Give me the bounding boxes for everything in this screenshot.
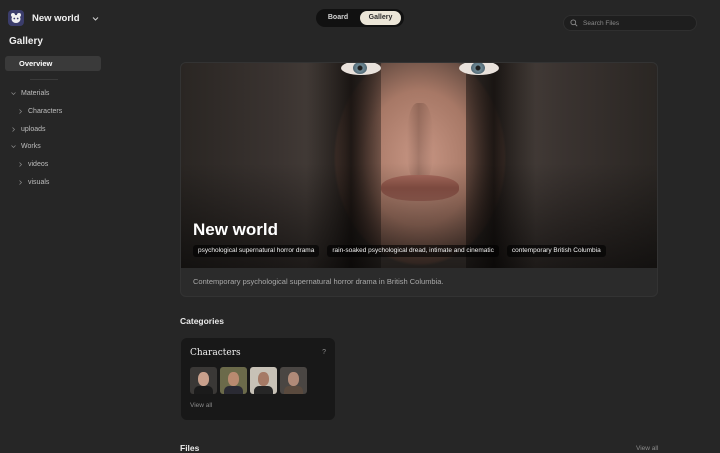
tab-gallery[interactable]: Gallery — [360, 11, 401, 25]
tree-item-visuals[interactable]: visuals — [18, 177, 49, 187]
tree-item-uploads[interactable]: uploads — [11, 124, 46, 134]
help-icon[interactable]: ? — [322, 349, 326, 356]
chevron-right-icon — [12, 126, 15, 132]
view-toggle: Board Gallery — [316, 9, 404, 27]
tree-item-label: visuals — [28, 178, 50, 186]
tree-item-label: Characters — [28, 107, 63, 115]
category-title: Characters — [190, 348, 241, 358]
chevron-right-icon — [19, 108, 22, 114]
chevron-right-icon — [19, 161, 22, 167]
chevron-down-icon[interactable] — [92, 9, 99, 27]
sidebar-divider — [30, 79, 58, 80]
sidebar-item-overview[interactable]: Overview — [5, 56, 101, 71]
tree-item-label: videos — [28, 160, 49, 168]
tree-item-videos[interactable]: videos — [18, 159, 48, 169]
tab-board[interactable]: Board — [319, 11, 357, 25]
files-heading: Files — [180, 443, 200, 453]
tree-item-label: uploads — [21, 125, 46, 133]
tree-item-materials[interactable]: Materials — [11, 88, 49, 98]
category-card-characters[interactable]: Characters ? View all — [181, 338, 335, 420]
character-thumbnail[interactable] — [220, 367, 247, 394]
chevron-down-icon — [11, 144, 16, 148]
project-hero-card[interactable]: New world psychological supernatural hor… — [180, 62, 658, 297]
tree-item-label: Works — [21, 142, 41, 150]
sidebar: New world Gallery Overview Materials Cha… — [0, 0, 108, 450]
search-placeholder: Search Files — [583, 19, 620, 27]
tag-setting: contemporary British Columbia — [506, 245, 606, 257]
project-switcher[interactable]: New world — [8, 9, 99, 27]
hero-description: Contemporary psychological supernatural … — [193, 277, 444, 286]
project-name: New world — [32, 12, 80, 24]
tag-genre: psychological supernatural horror drama — [193, 245, 320, 257]
hero-tags: psychological supernatural horror drama … — [193, 245, 606, 257]
categories-heading: Categories — [180, 316, 224, 326]
tree-item-characters[interactable]: Characters — [18, 106, 62, 116]
chevron-down-icon — [11, 91, 16, 95]
sidebar-section-title: Gallery — [9, 36, 43, 47]
character-thumbnail[interactable] — [190, 367, 217, 394]
chevron-right-icon — [19, 179, 22, 185]
search-input[interactable]: Search Files — [563, 15, 697, 31]
character-thumbnail[interactable] — [280, 367, 307, 394]
tree-item-label: Materials — [21, 89, 50, 97]
search-icon — [570, 19, 578, 27]
project-logo-icon — [8, 10, 24, 26]
hero-title: New world — [193, 220, 279, 239]
tree-item-works[interactable]: Works — [11, 141, 41, 151]
character-thumbnails — [190, 367, 307, 394]
character-thumbnail[interactable] — [250, 367, 277, 394]
view-all-link[interactable]: View all — [190, 402, 212, 409]
tag-tone: rain-soaked psychological dread, intimat… — [327, 245, 499, 257]
files-view-all-link[interactable]: View all — [636, 445, 658, 452]
